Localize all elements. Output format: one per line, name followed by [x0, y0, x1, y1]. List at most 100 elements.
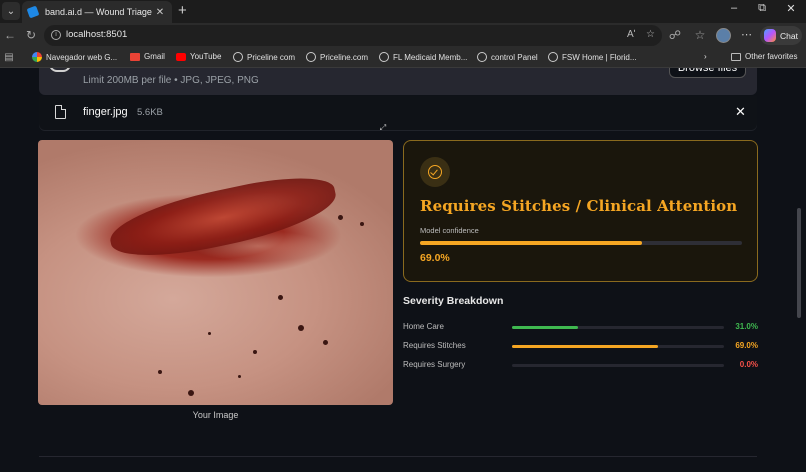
- file-size: 5.6KB: [137, 107, 163, 118]
- skin-speck: [208, 332, 211, 335]
- tab-close-icon[interactable]: ✕: [154, 7, 166, 18]
- favorite-label: Gmail: [144, 52, 165, 61]
- globe-icon: [548, 52, 558, 62]
- favorite-label: Priceline.com: [320, 52, 369, 62]
- breakdown-row-home-care: Home Care 31.0%: [403, 322, 758, 334]
- extensions-icon[interactable]: ☍: [667, 28, 683, 42]
- file-uploader-dropzone[interactable]: Limit 200MB per file • JPG, JPEG, PNG Br…: [39, 68, 757, 95]
- back-arrow-icon[interactable]: ←: [2, 28, 18, 42]
- profile-avatar[interactable]: [716, 28, 731, 43]
- breakdown-label: Requires Surgery: [403, 360, 466, 369]
- address-bar[interactable]: i localhost:8501 Aʹ ☆: [44, 25, 662, 46]
- skin-speck: [360, 222, 364, 226]
- favorite-control-panel[interactable]: control Panel: [477, 52, 538, 62]
- breakdown-bar-fill: [512, 326, 578, 329]
- site-info-icon[interactable]: i: [51, 30, 61, 40]
- skin-speck: [188, 390, 194, 396]
- globe-icon: [306, 52, 316, 62]
- skin-speck: [278, 295, 283, 300]
- confidence-bar: [420, 241, 742, 245]
- google-icon: [32, 52, 42, 62]
- navigation-bar: ← ↻ i localhost:8501 Aʹ ☆ ☍ ☆ ⋯ Chat: [0, 23, 806, 48]
- check-circle-icon: [420, 157, 450, 187]
- more-menu-icon[interactable]: ⋯: [741, 28, 752, 41]
- confidence-label: Model confidence: [420, 226, 479, 235]
- tab-actions-chevron-icon[interactable]: ⌄: [2, 2, 20, 20]
- breakdown-bar: [512, 345, 724, 348]
- image-caption: Your Image: [192, 410, 239, 420]
- favorite-label: FL Medicaid Memb...: [393, 52, 468, 62]
- favorite-label: YouTube: [190, 52, 222, 61]
- favorite-fl-medicaid[interactable]: FL Medicaid Memb...: [379, 52, 467, 62]
- favorite-fsw-home[interactable]: FSW Home | Florid...: [548, 52, 637, 62]
- breakdown-bar-fill: [512, 345, 659, 348]
- result-title: Requires Stitches / Clinical Attention: [420, 197, 738, 215]
- wound-area: [104, 166, 342, 269]
- breakdown-bar: [512, 326, 724, 329]
- minimize-icon[interactable]: –: [724, 2, 744, 14]
- skin-speck: [238, 375, 241, 378]
- copilot-chat-button[interactable]: Chat: [760, 26, 802, 45]
- breakdown-label: Home Care: [403, 322, 444, 331]
- url-text[interactable]: localhost:8501: [66, 29, 127, 40]
- collections-icon[interactable]: ☆: [692, 28, 708, 42]
- tab-bar: ⌄ band.ai.d — Wound Triage ✕ + – ⧉ ✕: [0, 0, 806, 23]
- favorite-label: control Panel: [491, 52, 538, 62]
- refresh-icon[interactable]: ↻: [23, 28, 39, 42]
- folder-icon: [731, 52, 741, 61]
- new-tab-plus-icon[interactable]: +: [178, 2, 187, 20]
- breakdown-row-requires-stitches: Requires Stitches 69.0%: [403, 341, 758, 353]
- globe-icon: [233, 52, 243, 62]
- other-favorites[interactable]: Other favorites: [731, 52, 797, 61]
- window-close-icon[interactable]: ✕: [781, 2, 801, 15]
- globe-icon: [477, 52, 487, 62]
- youtube-icon: [176, 52, 186, 61]
- favorite-navegador[interactable]: Navegador web G...: [32, 52, 117, 62]
- copilot-icon: [764, 29, 777, 42]
- skin-speck: [323, 340, 328, 345]
- breakdown-bar: [512, 364, 724, 367]
- cloud-upload-icon: [49, 68, 71, 72]
- upload-limit-text: Limit 200MB per file • JPG, JPEG, PNG: [83, 75, 259, 86]
- app-page: Limit 200MB per file • JPG, JPEG, PNG Br…: [0, 68, 806, 472]
- globe-icon: [379, 52, 389, 62]
- tab-wound-triage[interactable]: band.ai.d — Wound Triage ✕: [22, 1, 172, 23]
- page-scrollbar[interactable]: [797, 208, 801, 318]
- favorite-gmail[interactable]: Gmail: [130, 52, 165, 61]
- favorite-star-icon[interactable]: ☆: [646, 29, 655, 40]
- breakdown-value: 0.0%: [739, 360, 758, 369]
- tab-title: band.ai.d — Wound Triage: [45, 7, 152, 17]
- remove-file-close-icon[interactable]: ✕: [735, 104, 746, 120]
- skin-speck: [298, 325, 304, 331]
- breakdown-value: 31.0%: [735, 322, 758, 331]
- skin-speck: [253, 350, 257, 354]
- skin-speck: [338, 215, 343, 220]
- tab-list-icon[interactable]: ▤: [1, 51, 17, 65]
- favorites-bar: ▤ Navegador web G... Gmail YouTube Price…: [0, 48, 806, 68]
- tab-favicon-icon: [26, 5, 40, 19]
- favorites-overflow-chevron-icon[interactable]: ›: [704, 52, 707, 61]
- browse-files-button[interactable]: Browse files: [669, 68, 746, 78]
- chat-label: Chat: [780, 30, 798, 41]
- gmail-icon: [130, 52, 140, 61]
- severity-breakdown-title: Severity Breakdown: [403, 295, 504, 307]
- triage-result-card: Requires Stitches / Clinical Attention M…: [403, 140, 758, 282]
- breakdown-label: Requires Stitches: [403, 341, 466, 350]
- favorite-label: FSW Home | Florid...: [562, 52, 637, 62]
- fullscreen-expand-icon[interactable]: ⤢: [378, 123, 388, 133]
- favorite-priceline-com[interactable]: Priceline com: [233, 52, 295, 62]
- file-icon: [55, 105, 66, 119]
- breakdown-value: 69.0%: [735, 341, 758, 350]
- read-aloud-icon[interactable]: Aʹ: [627, 29, 636, 40]
- favorite-label: Priceline com: [247, 52, 296, 62]
- uploaded-file-row: finger.jpg 5.6KB ✕: [39, 96, 757, 130]
- other-favorites-label: Other favorites: [745, 52, 798, 61]
- file-name: finger.jpg: [83, 106, 128, 118]
- favorite-label: Navegador web G...: [46, 52, 118, 62]
- restore-icon[interactable]: ⧉: [752, 2, 772, 15]
- breakdown-row-requires-surgery: Requires Surgery 0.0%: [403, 360, 758, 372]
- wound-photo: [38, 140, 393, 405]
- confidence-value: 69.0%: [420, 252, 450, 264]
- favorite-priceline-dotcom[interactable]: Priceline.com: [306, 52, 368, 62]
- favorite-youtube[interactable]: YouTube: [176, 52, 221, 61]
